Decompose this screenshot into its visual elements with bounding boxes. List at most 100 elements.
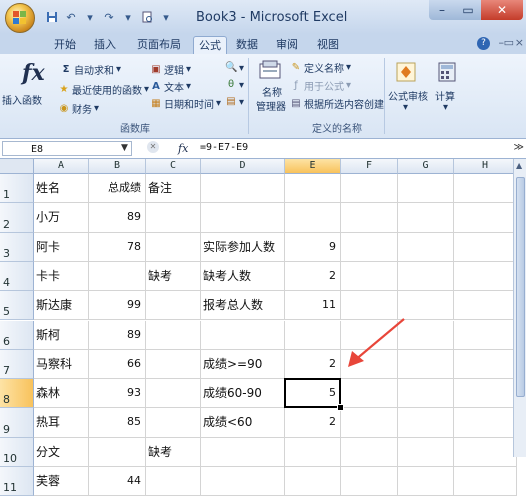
row-header[interactable]: 2: [0, 203, 34, 233]
cell-E7[interactable]: 2: [285, 349, 341, 380]
cell-D9[interactable]: 成绩<60: [201, 408, 285, 438]
cell-H4[interactable]: [454, 261, 517, 292]
fill-handle[interactable]: [337, 404, 344, 412]
define-name-button[interactable]: ✎ 定义名称 ▾: [290, 60, 351, 76]
cell-B4[interactable]: [89, 261, 146, 292]
formula-auditing-dropdown[interactable]: ▾: [403, 102, 408, 113]
cell-D11[interactable]: [201, 467, 285, 496]
cell-E5[interactable]: 11: [285, 291, 341, 321]
cell-C4[interactable]: 缺考: [146, 261, 201, 292]
cell-B11[interactable]: 44: [89, 467, 146, 496]
row-header[interactable]: 4: [0, 261, 34, 292]
cell-G8[interactable]: [398, 379, 454, 409]
select-all-corner[interactable]: [0, 159, 34, 174]
minimize-button[interactable]: –: [429, 0, 455, 20]
close-button[interactable]: ✕: [481, 0, 523, 20]
datetime-button[interactable]: ▦ 日期和时间 ▾: [150, 96, 221, 112]
cell-D5[interactable]: 报考总人数: [201, 291, 285, 321]
cell-F10[interactable]: [341, 437, 398, 467]
tab-view[interactable]: 视图: [313, 36, 343, 54]
cell-C11[interactable]: [146, 467, 201, 496]
cell-F1[interactable]: [341, 174, 398, 204]
formula-input[interactable]: =9-E7-E9: [200, 142, 248, 153]
tab-data[interactable]: 数据: [232, 36, 262, 54]
cell-F9[interactable]: [341, 408, 398, 438]
cell-B9[interactable]: 85: [89, 408, 146, 438]
help-icon[interactable]: ?: [477, 37, 490, 50]
cell-G11[interactable]: [398, 467, 454, 496]
cell-A1[interactable]: 姓名: [34, 174, 89, 204]
name-manager-icon[interactable]: [258, 60, 282, 80]
cell-G1[interactable]: [398, 174, 454, 204]
cell-H9[interactable]: [454, 408, 517, 438]
cell-E11[interactable]: [285, 467, 341, 496]
maximize-button[interactable]: ▭: [455, 0, 481, 20]
name-box[interactable]: E8: [2, 141, 132, 156]
cell-E10[interactable]: [285, 437, 341, 467]
cell-G2[interactable]: [398, 203, 454, 233]
row-header[interactable]: 5: [0, 291, 34, 321]
cell-B10[interactable]: [89, 437, 146, 467]
print-preview-icon[interactable]: [139, 9, 155, 25]
cell-A3[interactable]: 阿卡: [34, 232, 89, 262]
cell-C1[interactable]: 备注: [146, 174, 201, 204]
cell-A7[interactable]: 马察科: [34, 349, 89, 380]
row-header[interactable]: 9: [0, 408, 34, 438]
row-header[interactable]: 8: [0, 379, 34, 409]
cell-H3[interactable]: [454, 232, 517, 262]
cell-E9[interactable]: 2: [285, 408, 341, 438]
column-header[interactable]: C: [146, 159, 201, 174]
cell-E4[interactable]: 2: [285, 261, 341, 292]
vertical-scrollbar[interactable]: ▲: [513, 159, 526, 457]
cell-F8[interactable]: [341, 379, 398, 409]
cell-A10[interactable]: 分文: [34, 437, 89, 467]
more-functions-button[interactable]: ▤ ▾: [225, 96, 244, 108]
use-in-formula-button[interactable]: ƒ 用于公式 ▾: [290, 78, 351, 94]
cell-D3[interactable]: 实际参加人数: [201, 232, 285, 262]
save-icon[interactable]: [44, 9, 60, 25]
column-header[interactable]: E: [285, 159, 341, 174]
insert-function-button[interactable]: 插入函数: [2, 92, 42, 107]
cell-C10[interactable]: 缺考: [146, 437, 201, 467]
cell-A11[interactable]: 芙蓉: [34, 467, 89, 496]
formula-auditing-button[interactable]: 公式审核: [388, 88, 428, 103]
undo-dropdown-icon[interactable]: ▾: [82, 9, 98, 25]
expand-formula-bar-icon[interactable]: ≫: [514, 142, 524, 153]
lookup-reference-button[interactable]: 🔍 ▾: [225, 62, 244, 74]
cell-C7[interactable]: [146, 349, 201, 380]
cell-A4[interactable]: 卡卡: [34, 261, 89, 292]
cell-B2[interactable]: 89: [89, 203, 146, 233]
redo-dropdown-icon[interactable]: ▾: [120, 9, 136, 25]
cell-E8[interactable]: 5: [285, 379, 341, 409]
cell-E1[interactable]: [285, 174, 341, 204]
text-functions-button[interactable]: A 文本 ▾: [150, 79, 191, 95]
cell-B8[interactable]: 93: [89, 379, 146, 409]
cell-C3[interactable]: [146, 232, 201, 262]
column-header[interactable]: G: [398, 159, 454, 174]
calculation-dropdown[interactable]: ▾: [443, 102, 448, 113]
tab-review[interactable]: 审阅: [272, 36, 302, 54]
cell-H2[interactable]: [454, 203, 517, 233]
office-button[interactable]: [5, 3, 35, 33]
cancel-icon[interactable]: ✕: [147, 141, 159, 153]
tab-page-layout[interactable]: 页面布局: [131, 36, 187, 54]
redo-icon[interactable]: ↷: [101, 9, 117, 25]
cell-H1[interactable]: [454, 174, 517, 204]
cell-G10[interactable]: [398, 437, 454, 467]
qat-customize-icon[interactable]: ▾: [158, 9, 174, 25]
financial-button[interactable]: ◉ 财务 ▾: [58, 101, 99, 117]
cell-H7[interactable]: [454, 349, 517, 380]
name-manager-label-1[interactable]: 名称: [262, 84, 282, 99]
cell-H11[interactable]: [454, 467, 517, 496]
column-header[interactable]: F: [341, 159, 398, 174]
cell-A6[interactable]: 斯柯: [34, 320, 89, 350]
logical-button[interactable]: ▣ 逻辑 ▾: [150, 62, 191, 78]
column-header[interactable]: A: [34, 159, 89, 174]
cell-D7[interactable]: 成绩>=90: [201, 349, 285, 380]
cell-A9[interactable]: 热耳: [34, 408, 89, 438]
cell-G9[interactable]: [398, 408, 454, 438]
cell-H5[interactable]: [454, 291, 517, 321]
recent-functions-button[interactable]: ★ 最近使用的函数 ▾: [58, 82, 150, 98]
undo-icon[interactable]: ↶: [63, 9, 79, 25]
cell-F11[interactable]: [341, 467, 398, 496]
